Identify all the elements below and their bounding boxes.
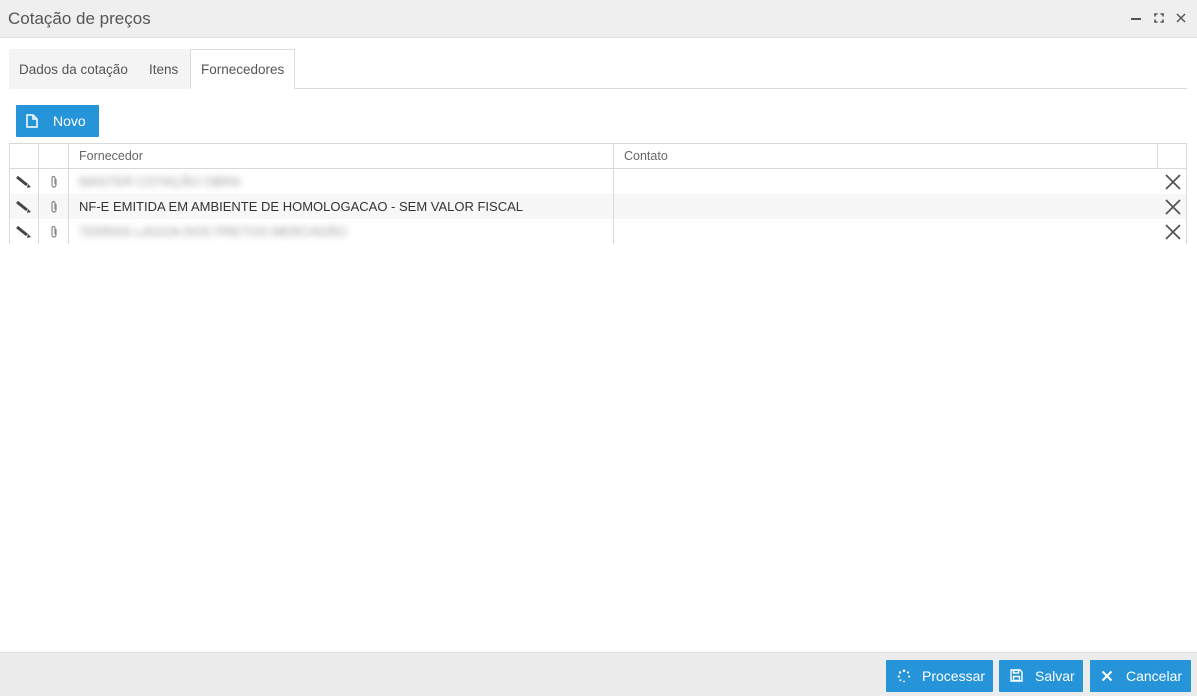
process-button-label: Processar [922, 668, 986, 684]
paperclip-icon[interactable] [39, 219, 68, 244]
tab-label: Itens [149, 61, 179, 77]
close-icon[interactable] [1173, 10, 1189, 26]
cancel-button[interactable]: Cancelar [1090, 660, 1191, 692]
tab-dados-da-cotacao[interactable]: Dados da cotação [9, 49, 139, 89]
table-row[interactable]: NF-E EMITIDA EM AMBIENTE DE HOMOLOGACAO … [9, 194, 1187, 219]
floppy-icon [1010, 669, 1023, 685]
tab-label: Fornecedores [201, 61, 285, 77]
column-header-fornecedor[interactable]: Fornecedor [69, 144, 613, 168]
maximize-icon[interactable] [1151, 10, 1167, 26]
table-row[interactable]: MASTER COTAÇÃO OBRA [9, 169, 1187, 194]
x-icon[interactable] [1160, 194, 1186, 219]
footer-bar: Processar Salvar Cancelar [0, 652, 1197, 696]
new-button-label: Novo [53, 113, 86, 129]
file-icon [26, 114, 38, 131]
contato-cell [624, 194, 1154, 219]
table-row[interactable]: TERRAS LAGOA DOS PRETOS MERCADÃO [9, 219, 1187, 244]
grid-header: Fornecedor Contato [9, 143, 1187, 169]
fornecedor-cell: MASTER COTAÇÃO OBRA [79, 174, 241, 189]
pencil-icon[interactable] [10, 169, 38, 194]
tab-fornecedores[interactable]: Fornecedores [190, 49, 295, 89]
x-icon [1101, 669, 1113, 685]
cotacao-window: Cotação de preços Dados da cotação Itens… [0, 0, 1197, 696]
save-button-label: Salvar [1035, 668, 1075, 684]
column-header-contato[interactable]: Contato [614, 144, 1157, 168]
process-button[interactable]: Processar [886, 660, 993, 692]
tab-label: Dados da cotação [19, 61, 128, 77]
tab-bar: Dados da cotação Itens Fornecedores [9, 49, 1187, 89]
x-icon[interactable] [1160, 169, 1186, 194]
fornecedor-cell: TERRAS LAGOA DOS PRETOS MERCADÃO [79, 224, 347, 239]
pencil-icon[interactable] [10, 219, 38, 244]
new-button[interactable]: Novo [16, 105, 99, 137]
x-icon[interactable] [1160, 219, 1186, 244]
paperclip-icon[interactable] [39, 169, 68, 194]
suppliers-grid: Fornecedor Contato MASTER COTAÇÃO OBRA N… [9, 143, 1187, 244]
minimize-icon[interactable] [1128, 10, 1144, 26]
contato-cell [624, 219, 1154, 244]
cancel-button-label: Cancelar [1126, 668, 1183, 684]
spinner-icon [897, 669, 911, 686]
pencil-icon[interactable] [10, 194, 38, 219]
contato-cell [624, 169, 1154, 194]
paperclip-icon[interactable] [39, 194, 68, 219]
window-title: Cotação de preços [8, 9, 151, 28]
title-bar[interactable]: Cotação de preços [0, 0, 1197, 38]
save-button[interactable]: Salvar [999, 660, 1083, 692]
tab-itens[interactable]: Itens [139, 49, 191, 89]
fornecedor-cell: NF-E EMITIDA EM AMBIENTE DE HOMOLOGACAO … [79, 199, 523, 214]
